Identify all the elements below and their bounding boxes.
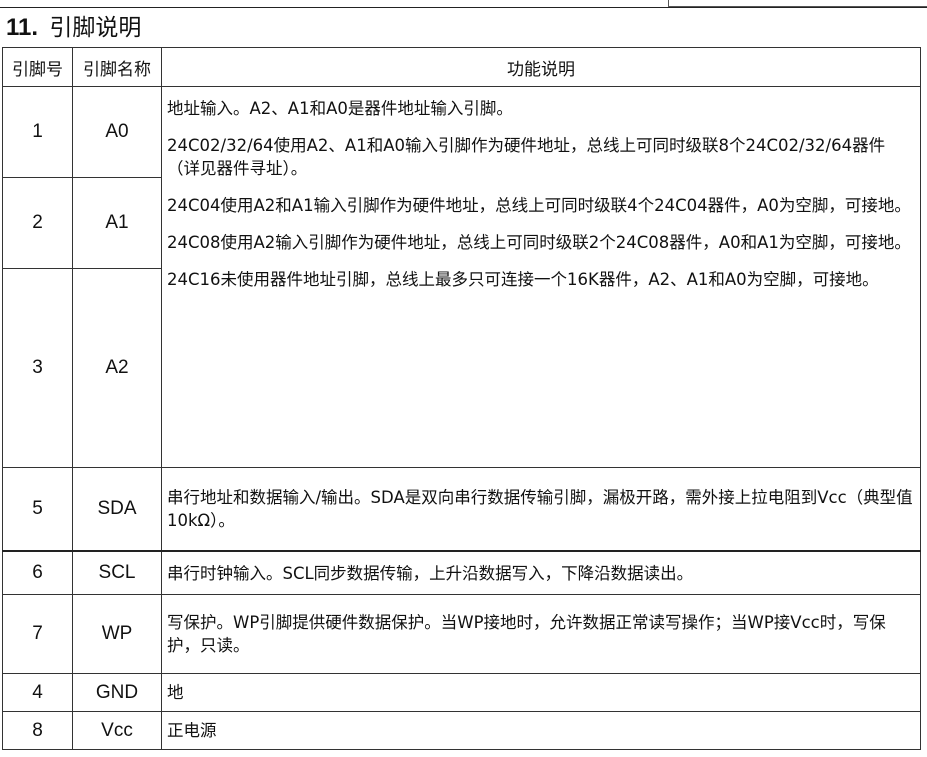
address-desc-paragraph: 24C16未使用器件地址引脚，总线上最多只可连接一个16K器件，A2、A1和A0… — [167, 270, 879, 289]
pin-function: 串行地址和数据输入/输出。SDA是双向串行数据传输引脚，漏极开路，需外接上拉电阻… — [161, 467, 921, 552]
table-header-row: 引脚号 引脚名称 功能说明 — [2, 47, 921, 87]
table-row: 6 SCL 串行时钟输入。SCL同步数据传输，上升沿数据写入，下降沿数据读出。 — [2, 550, 921, 595]
section-heading: 11. 引脚说明 — [6, 12, 141, 44]
pin-number: 5 — [2, 467, 73, 552]
pin-number: 2 — [2, 177, 73, 269]
table-row: 5 SDA 串行地址和数据输入/输出。SDA是双向串行数据传输引脚，漏极开路，需… — [2, 467, 921, 552]
table-row: 1 A0 地址输入。A2、A1和A0是器件地址输入引脚。 24C02/32/64… — [2, 86, 921, 468]
pin-number: 3 — [2, 268, 73, 468]
table-row: 8 Vcc 正电源 — [2, 711, 921, 750]
pin-description-table: 引脚号 引脚名称 功能说明 1 A0 地址输入。A2、A1和A0是器件地址输入引… — [2, 47, 921, 750]
pin-function: 写保护。WP引脚提供硬件数据保护。当WP接地时，允许数据正常读写操作；当WP接V… — [161, 594, 921, 674]
section-title: 引脚说明 — [49, 15, 142, 41]
pin-name: SDA — [72, 467, 162, 552]
pin-function: 串行时钟输入。SCL同步数据传输，上升沿数据写入，下降沿数据读出。 — [161, 550, 921, 595]
table-row: 7 WP 写保护。WP引脚提供硬件数据保护。当WP接地时，允许数据正常读写操作；… — [2, 594, 921, 674]
pin-name: GND — [72, 673, 162, 712]
pin-function: 地 — [161, 673, 921, 712]
address-desc-paragraph: 24C04使用A2和A1输入引脚作为硬件地址，总线上可同时级联4个24C04器件… — [167, 196, 911, 215]
top-corner-box — [668, 0, 927, 7]
pin-number: 1 — [2, 86, 73, 178]
section-number: 11. — [6, 14, 39, 41]
pin-name: A0 — [72, 86, 162, 178]
header-pin-number: 引脚号 — [2, 47, 73, 87]
pin-name: SCL — [72, 550, 162, 595]
top-rule — [0, 7, 927, 8]
pin-number: 4 — [2, 673, 73, 712]
address-desc-paragraph: 24C08使用A2输入引脚作为硬件地址，总线上可同时级联2个24C08器件，A0… — [167, 233, 911, 252]
pin-name: WP — [72, 594, 162, 674]
header-function: 功能说明 — [161, 47, 921, 87]
header-pin-name: 引脚名称 — [72, 47, 162, 87]
pin-name: A2 — [72, 268, 162, 468]
pin-number: 6 — [2, 550, 73, 595]
address-desc-paragraph: 24C02/32/64使用A2、A1和A0输入引脚作为硬件地址，总线上可同时级联… — [167, 136, 886, 178]
address-pins-description: 地址输入。A2、A1和A0是器件地址输入引脚。 24C02/32/64使用A2、… — [161, 86, 921, 468]
pin-number: 8 — [2, 711, 73, 750]
pin-function: 正电源 — [161, 711, 921, 750]
table-row: 4 GND 地 — [2, 673, 921, 712]
pin-number: 7 — [2, 594, 73, 674]
pin-name: A1 — [72, 177, 162, 269]
pin-name: Vcc — [72, 711, 162, 750]
address-desc-paragraph: 地址输入。A2、A1和A0是器件地址输入引脚。 — [167, 99, 513, 118]
